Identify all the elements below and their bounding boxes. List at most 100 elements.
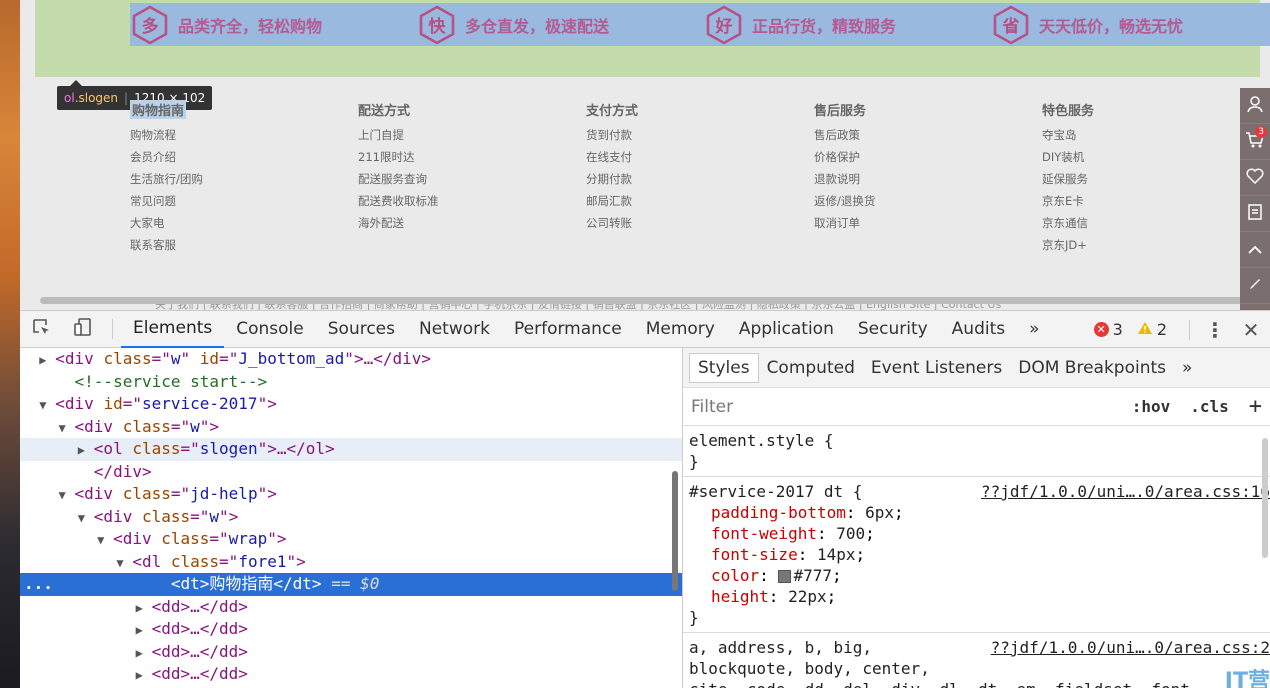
toolbar-history[interactable] — [1240, 196, 1270, 232]
dom-node[interactable]: ▶ <dd>…</dd> — [20, 618, 682, 641]
help-link[interactable]: 上门自提 — [358, 127, 586, 149]
dom-node[interactable]: ▶ <dd>…</dd> — [20, 641, 682, 664]
toolbar-follow[interactable] — [1240, 160, 1270, 196]
dom-node[interactable]: ▼ <div id="service-2017"> — [20, 393, 682, 416]
help-link[interactable]: 价格保护 — [814, 149, 1042, 171]
tab-elements[interactable]: Elements — [121, 311, 225, 348]
rule-source-link[interactable]: ??jdf/1.0.0/uni….0/area.css:2 — [991, 637, 1270, 658]
dom-node[interactable]: ▼ <dl class="fore1"> — [20, 551, 682, 574]
expand-triangle-icon[interactable]: ▶ — [136, 642, 152, 665]
help-link[interactable]: 京东JD+ — [1042, 237, 1270, 259]
css-property[interactable]: height: 22px; — [689, 586, 1264, 607]
collapse-triangle-icon[interactable]: ▼ — [116, 552, 132, 575]
expand-triangle-icon[interactable]: ▶ — [78, 439, 94, 462]
dom-node[interactable]: ▶ <dd>…</dd> — [20, 663, 682, 686]
help-link[interactable]: 海外配送 — [358, 215, 586, 237]
toolbar-user[interactable] — [1240, 88, 1270, 124]
elements-scrollbar[interactable] — [672, 471, 678, 591]
tab-console[interactable]: Console — [224, 311, 316, 348]
toolbar-cart[interactable]: 3 — [1240, 124, 1270, 160]
dom-node[interactable]: ▶ <dd>…</dd> — [20, 596, 682, 619]
help-link[interactable]: 取消订单 — [814, 215, 1042, 237]
help-link[interactable]: 211限时达 — [358, 149, 586, 171]
css-property[interactable]: font-weight: 700; — [689, 523, 1264, 544]
toolbar-top[interactable] — [1240, 232, 1270, 268]
styles-more-tabs[interactable]: » — [1174, 353, 1200, 383]
dom-node[interactable]: </div> — [20, 461, 682, 484]
tab-audits[interactable]: Audits — [940, 311, 1017, 348]
help-link[interactable]: 配送服务查询 — [358, 171, 586, 193]
rule-selector[interactable]: element.style { — [689, 430, 1264, 451]
help-link[interactable]: 退款说明 — [814, 171, 1042, 193]
filter-input[interactable]: Filter — [691, 397, 1112, 417]
cls-toggle[interactable]: .cls — [1190, 397, 1229, 416]
dom-node[interactable]: ... <dt>购物指南</dt> == $0 — [20, 573, 682, 596]
dom-node[interactable]: ▶ <ol class="slogen">…</ol> — [20, 438, 682, 461]
styles-tab-styles[interactable]: Styles — [689, 352, 759, 383]
styles-tab-dom-breakpoints[interactable]: DOM Breakpoints — [1010, 353, 1174, 383]
css-property[interactable]: padding-bottom: 6px; — [689, 502, 1264, 523]
tab-application[interactable]: Application — [727, 311, 846, 348]
tab-security[interactable]: Security — [846, 311, 940, 348]
expand-triangle-icon[interactable]: ▶ — [136, 619, 152, 642]
tab-performance[interactable]: Performance — [502, 311, 634, 348]
styles-tab-computed[interactable]: Computed — [759, 353, 863, 383]
hov-toggle[interactable]: :hov — [1132, 397, 1171, 416]
more-tabs-button[interactable]: » — [1017, 311, 1051, 348]
collapse-triangle-icon[interactable]: ▼ — [59, 484, 75, 507]
warning-counter[interactable]: 2 — [1137, 320, 1167, 339]
collapse-triangle-icon[interactable]: ▼ — [78, 507, 94, 530]
kebab-menu-icon[interactable]: ⋮ — [1198, 311, 1232, 348]
expand-triangle-icon[interactable]: ▶ — [39, 349, 55, 372]
tab-memory[interactable]: Memory — [634, 311, 727, 348]
help-link[interactable]: 大家电 — [130, 215, 358, 237]
help-link[interactable]: 京东E卡 — [1042, 193, 1270, 215]
help-link[interactable]: 配送费收取标准 — [358, 193, 586, 215]
rule-source-link[interactable]: ??jdf/1.0.0/uni….0/area.css:16 — [981, 481, 1270, 502]
collapse-triangle-icon[interactable]: ▼ — [39, 394, 55, 417]
add-rule-icon[interactable]: + — [1249, 394, 1262, 419]
inspect-element-button[interactable] — [20, 311, 62, 348]
dom-node[interactable]: ▼ <div class="jd-help"> — [20, 483, 682, 506]
help-link[interactable]: 联系客服 — [130, 237, 358, 259]
css-property[interactable]: font-size: 14px; — [689, 544, 1264, 565]
device-toolbar-button[interactable] — [62, 311, 104, 348]
help-link[interactable]: 返修/退换货 — [814, 193, 1042, 215]
help-link[interactable]: 购物流程 — [130, 127, 358, 149]
horizontal-scrollbar[interactable] — [40, 297, 1270, 304]
expand-triangle-icon[interactable]: ▶ — [136, 597, 152, 620]
dom-node[interactable]: ▼ <div class="wrap"> — [20, 528, 682, 551]
help-link[interactable]: 延保服务 — [1042, 171, 1270, 193]
help-link[interactable]: 在线支付 — [586, 149, 814, 171]
help-link[interactable]: 公司转账 — [586, 215, 814, 237]
help-link[interactable]: 京东通信 — [1042, 215, 1270, 237]
help-link[interactable]: 售后政策 — [814, 127, 1042, 149]
dom-node[interactable]: ▶ <div class="w" id="J_bottom_ad">…</div> — [20, 348, 682, 371]
help-link[interactable]: 常见问题 — [130, 193, 358, 215]
styles-tab-event-listeners[interactable]: Event Listeners — [863, 353, 1010, 383]
dom-node[interactable]: <!--service start--> — [20, 371, 682, 394]
help-link[interactable]: 分期付款 — [586, 171, 814, 193]
help-link[interactable]: 会员介绍 — [130, 149, 358, 171]
ellipsis-icon[interactable]: ... — [24, 573, 53, 596]
toolbar-feedback[interactable] — [1240, 268, 1270, 304]
help-link[interactable]: 生活旅行/团购 — [130, 171, 358, 193]
help-link[interactable]: DIY装机 — [1042, 149, 1270, 171]
help-link[interactable]: 夺宝岛 — [1042, 127, 1270, 149]
help-link[interactable]: 邮局汇款 — [586, 193, 814, 215]
expand-triangle-icon[interactable]: ▶ — [136, 664, 152, 687]
collapse-triangle-icon[interactable]: ▼ — [97, 529, 113, 552]
slogen-list: 多品类齐全，轻松购物快多仓直发，极速配送好正品行货，精致服务省天天低价，畅选无忧 — [130, 3, 1270, 46]
error-counter[interactable]: ✕ 3 — [1093, 320, 1123, 339]
close-icon[interactable]: ✕ — [1232, 311, 1270, 348]
css-property[interactable]: color: #777; — [689, 565, 1264, 586]
styles-filter[interactable]: Filter :hov .cls + — [683, 388, 1270, 426]
dom-node[interactable]: ▼ <div class="w"> — [20, 506, 682, 529]
dom-node[interactable]: ▼ <div class="w"> — [20, 416, 682, 439]
tab-sources[interactable]: Sources — [316, 311, 407, 348]
tab-network[interactable]: Network — [407, 311, 502, 348]
help-link[interactable]: 货到付款 — [586, 127, 814, 149]
styles-scrollbar[interactable] — [1262, 438, 1268, 558]
collapse-triangle-icon[interactable]: ▼ — [59, 417, 75, 440]
color-swatch[interactable] — [778, 570, 792, 583]
